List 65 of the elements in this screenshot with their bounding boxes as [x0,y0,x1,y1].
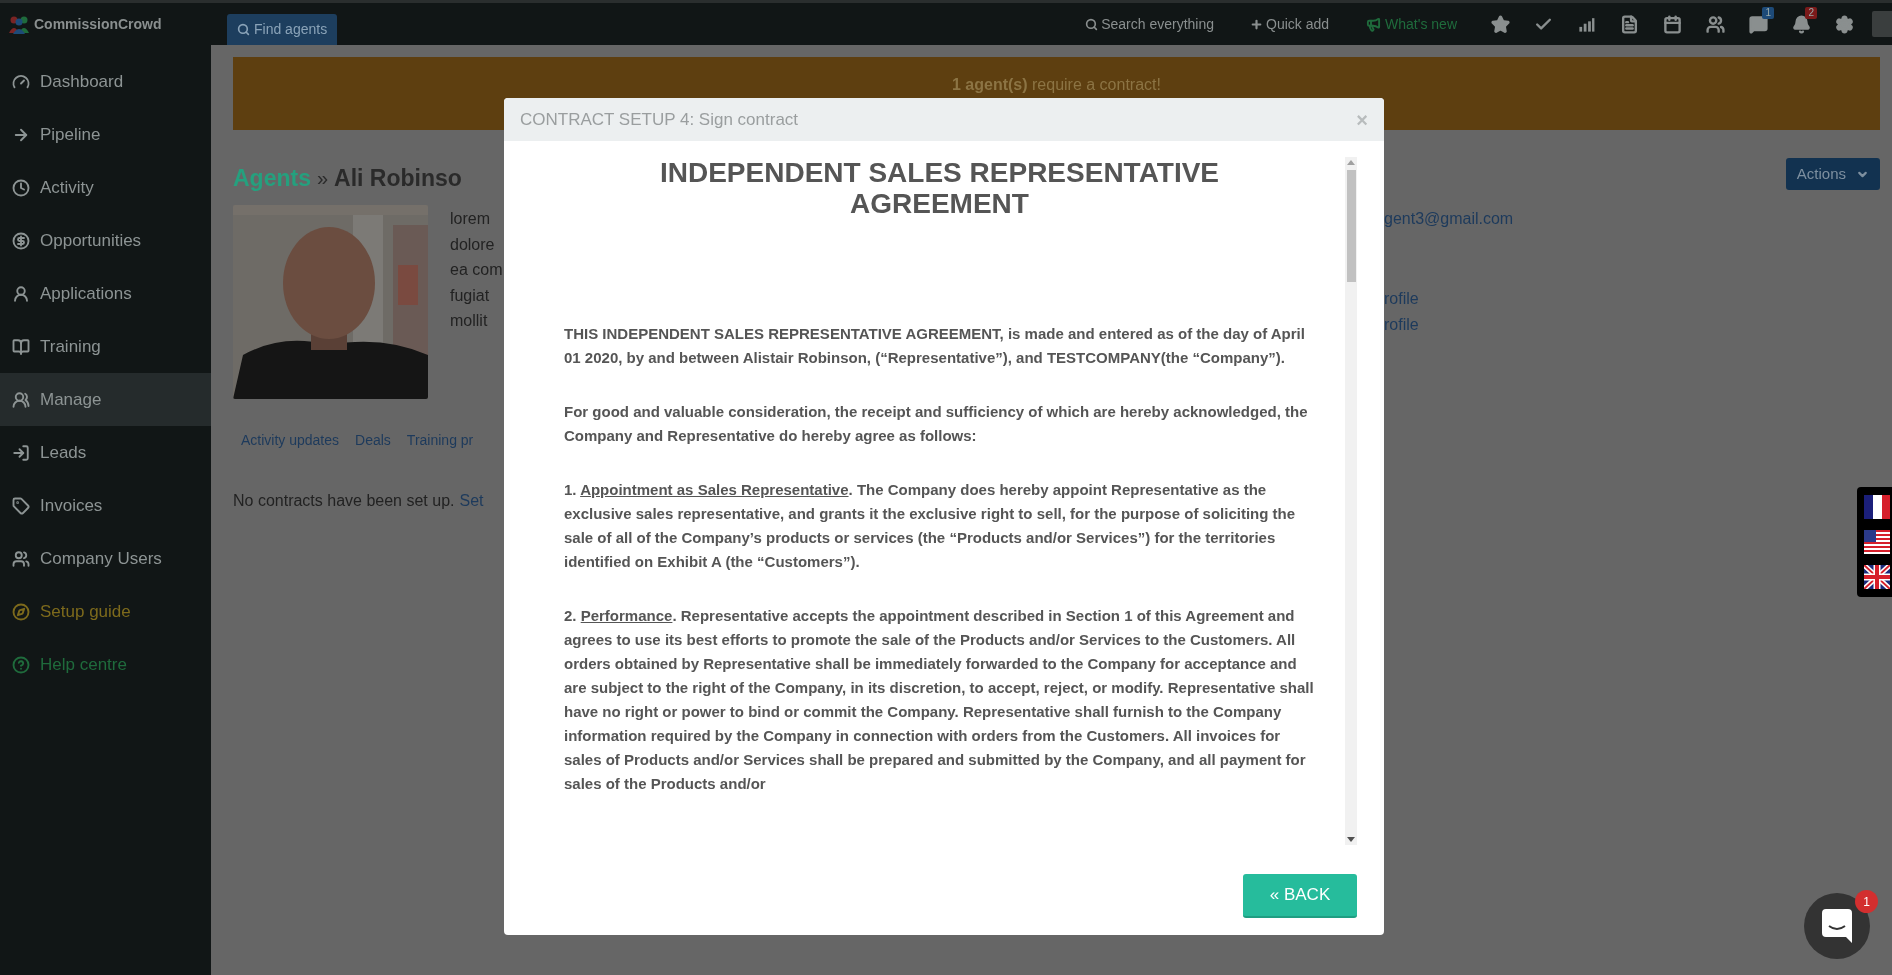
plus-icon [1250,17,1264,31]
find-agents-button[interactable]: Find agents [227,14,338,45]
bio-text-line: ea com [450,260,503,280]
agreement-paragraph: THIS INDEPENDENT SALES REPRESENTATIVE AGREEMENT, is made and entered as of the day of April 01 2020, by and between Alistair Robinson, (“Representative”), and TESTCOMPANY(the “Company”). [564,324,1306,368]
tag-icon [12,496,30,515]
clock-icon [12,178,30,197]
modal-title: CONTRACT SETUP 4: Sign contract [520,108,799,131]
sidebar-item[interactable]: Company Users [0,532,211,585]
sidebar-item[interactable]: Applications [0,267,211,320]
bio-text-line: dolore [450,234,496,255]
sidebar-item[interactable]: Pipeline [0,108,211,161]
search-icon [237,23,250,36]
bio-text-line: mollit [450,311,489,331]
bell-icon [1792,14,1811,34]
sidebar-item[interactable]: Training [0,320,211,373]
star-icon [1491,14,1510,34]
bell-button[interactable]: 2 [1780,9,1823,39]
users-icon [12,390,30,409]
chat-button[interactable]: 1 [1737,9,1780,39]
help-icon [12,655,30,674]
search-icon [1085,17,1099,31]
notification-badge: 2 [1805,7,1817,19]
sidebar-item[interactable]: Leads [0,426,211,479]
flag-icon[interactable] [1864,495,1890,519]
whats-new-button[interactable]: What's new [1366,13,1457,35]
search-everything-button[interactable]: Search everything [1085,13,1215,35]
login-icon [12,443,30,462]
compass-icon [12,602,30,621]
gauge-icon [12,72,30,91]
bio-text-line: lorem [450,209,491,229]
logo-icon [8,14,30,34]
contracts-note: No contracts have been set up. [233,491,455,511]
flag-icon[interactable] [1864,530,1890,554]
users-icon [1706,14,1725,34]
sidebar-item[interactable]: Help centre [0,638,211,691]
book-icon [12,337,30,356]
app-logo-text[interactable]: CommissionCrowd [34,13,162,35]
megaphone-icon [1366,16,1382,32]
sidebar-item[interactable]: Activity [0,161,211,214]
users-icon [12,549,30,568]
notification-badge: 1 [1855,890,1878,913]
quick-add-button[interactable]: Quick add [1250,13,1330,35]
sidebar-item[interactable]: Opportunities [0,214,211,267]
sidebar-item[interactable]: Setup guide [0,585,211,638]
back-button[interactable]: « BACK [1243,874,1357,918]
breadcrumb-separator: » [316,166,329,191]
money-icon [12,231,30,250]
chat-bubble-icon [1822,909,1852,943]
agreement-paragraph: For good and valuable consideration, the receipt and sufficiency of which are hereby acknowledged, the Company and Representative do hereby agree as follows: [564,402,1309,446]
notification-badge: 1 [1762,7,1774,19]
agent-name: Ali Robinso [334,163,462,193]
sidebar-item[interactable]: Manage [0,373,211,426]
scrollbar[interactable] [1345,157,1357,845]
bio-text-line: fugiat [450,285,491,306]
sidebar-item[interactable]: Invoices [0,479,211,532]
document-icon [1620,14,1639,34]
document-heading: INDEPENDENT SALES REPRESENTATIVE AGREEMENT [658,157,1220,219]
agreement-paragraph: 1. Appointment as Sales Representative. The Company does hereby appoint Representative as the exclusive sales representative, and grants it the exclusive right to sell, for the purpose of soliciting the sale of all of the Company’s products or services (the “Products and/or Services”) for the territories identified on Exhibit A (the “Customers”). [564,480,1297,572]
sidebar-item[interactable]: Dashboard [0,55,211,108]
calendar-icon [1663,14,1682,34]
agreement-paragraph: 2. Performance. Representative accepts the appointment described in Section 1 of this Agreement and agrees to use its best efforts to promote the sale of the Products and/or Services to the Customers. All orders obtained by Representative shall be immediately forwarded to the Company for acceptance and are subject to the right of the Company, in its discretion, to accept, reject, or modify. Representative shall have no right or power to bind or commit the Company. Representative shall furnish to the Company information required by the Company in connection with orders from the Customers. All invoices for sales of Products and/or Services shall be prepared and submitted by the Company, and all payment for sales of the Products and/or [564,606,1315,794]
user-icon [12,284,30,303]
actions-button[interactable]: Actions [1785,158,1880,190]
flag-icon[interactable] [1864,565,1890,589]
chat-icon [1749,14,1768,34]
